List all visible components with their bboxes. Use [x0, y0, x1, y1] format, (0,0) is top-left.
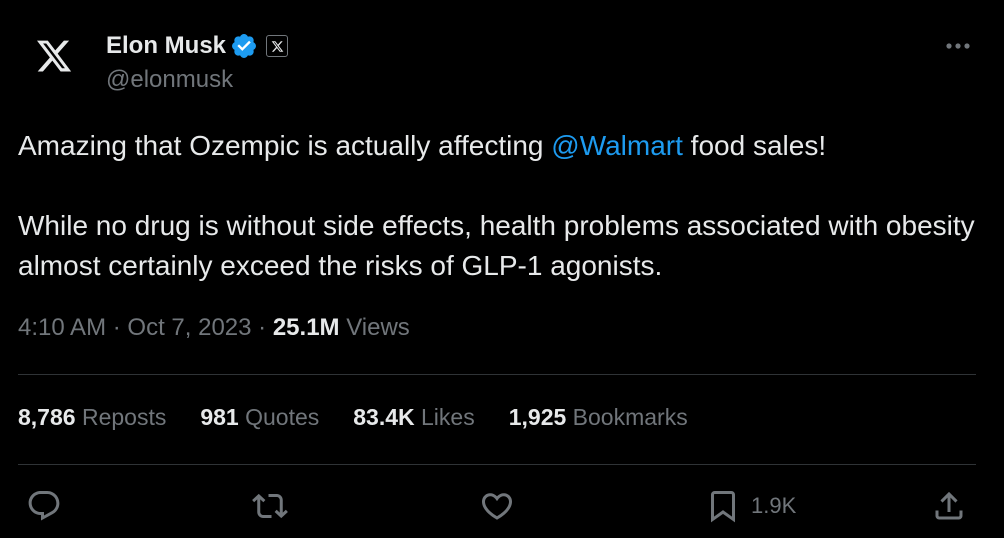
verified-badge-icon[interactable] — [230, 32, 258, 60]
bookmarks-stat[interactable]: 1,925 Bookmarks — [509, 404, 688, 431]
author-handle[interactable]: @elonmusk — [106, 66, 233, 94]
tweet-meta: 4:10 AM · Oct 7, 2023 · 25.1M Views — [18, 314, 410, 342]
likes-count: 83.4K — [353, 404, 415, 430]
tweet-paragraph-2: While no drug is without side effects, h… — [18, 210, 975, 281]
bookmark-button[interactable]: 1.9K — [705, 486, 796, 526]
quotes-label: Quotes — [245, 404, 320, 430]
author-name[interactable]: Elon Musk — [106, 32, 226, 60]
quotes-count: 981 — [200, 404, 239, 430]
share-icon — [935, 491, 963, 520]
x-affiliate-icon[interactable] — [266, 35, 289, 57]
more-icon — [946, 43, 970, 49]
more-button[interactable] — [944, 32, 972, 60]
tweet-text: Amazing that Ozempic is actually affecti… — [18, 126, 978, 286]
meta-separator: · — [112, 314, 121, 341]
bookmarks-count: 1,925 — [508, 404, 567, 430]
tweet-text-part: food sales! — [682, 130, 827, 161]
action-bar: 1.9K — [0, 482, 1004, 530]
tweet-text-part: Amazing that Ozempic is actually affecti… — [18, 130, 552, 161]
share-button[interactable] — [931, 486, 967, 526]
tweet-date[interactable]: Oct 7, 2023 — [127, 314, 251, 341]
repost-button[interactable] — [252, 486, 288, 526]
quotes-stat[interactable]: 981 Quotes — [200, 404, 319, 431]
bookmarks-label: Bookmarks — [572, 404, 688, 430]
tweet-time[interactable]: 4:10 AM — [18, 314, 106, 341]
views-label: Views — [346, 314, 410, 341]
mention-link[interactable]: @Walmart — [551, 130, 683, 161]
bookmark-icon — [711, 491, 735, 523]
reposts-count: 8,786 — [18, 404, 76, 430]
tweet-paragraph-1: Amazing that Ozempic is actually affecti… — [18, 126, 978, 166]
bookmark-count: 1.9K — [751, 493, 797, 518]
engagement-stats: 8,786 Reposts 981 Quotes 83.4K Likes 1,9… — [18, 404, 722, 431]
views-count: 25.1M — [272, 314, 340, 341]
like-button[interactable] — [479, 486, 515, 526]
divider — [18, 374, 976, 375]
reposts-stat[interactable]: 8,786 Reposts — [18, 404, 166, 431]
avatar[interactable] — [10, 12, 98, 100]
author-row: Elon Musk — [106, 30, 289, 62]
reposts-label: Reposts — [81, 404, 167, 430]
like-icon — [481, 493, 513, 520]
meta-separator: · — [258, 314, 267, 341]
reply-icon — [28, 491, 60, 521]
likes-stat[interactable]: 83.4K Likes — [353, 404, 474, 431]
reply-button[interactable] — [26, 486, 62, 526]
likes-label: Likes — [421, 404, 475, 430]
repost-icon — [252, 493, 288, 519]
x-logo-icon — [36, 40, 72, 72]
divider — [18, 464, 976, 465]
